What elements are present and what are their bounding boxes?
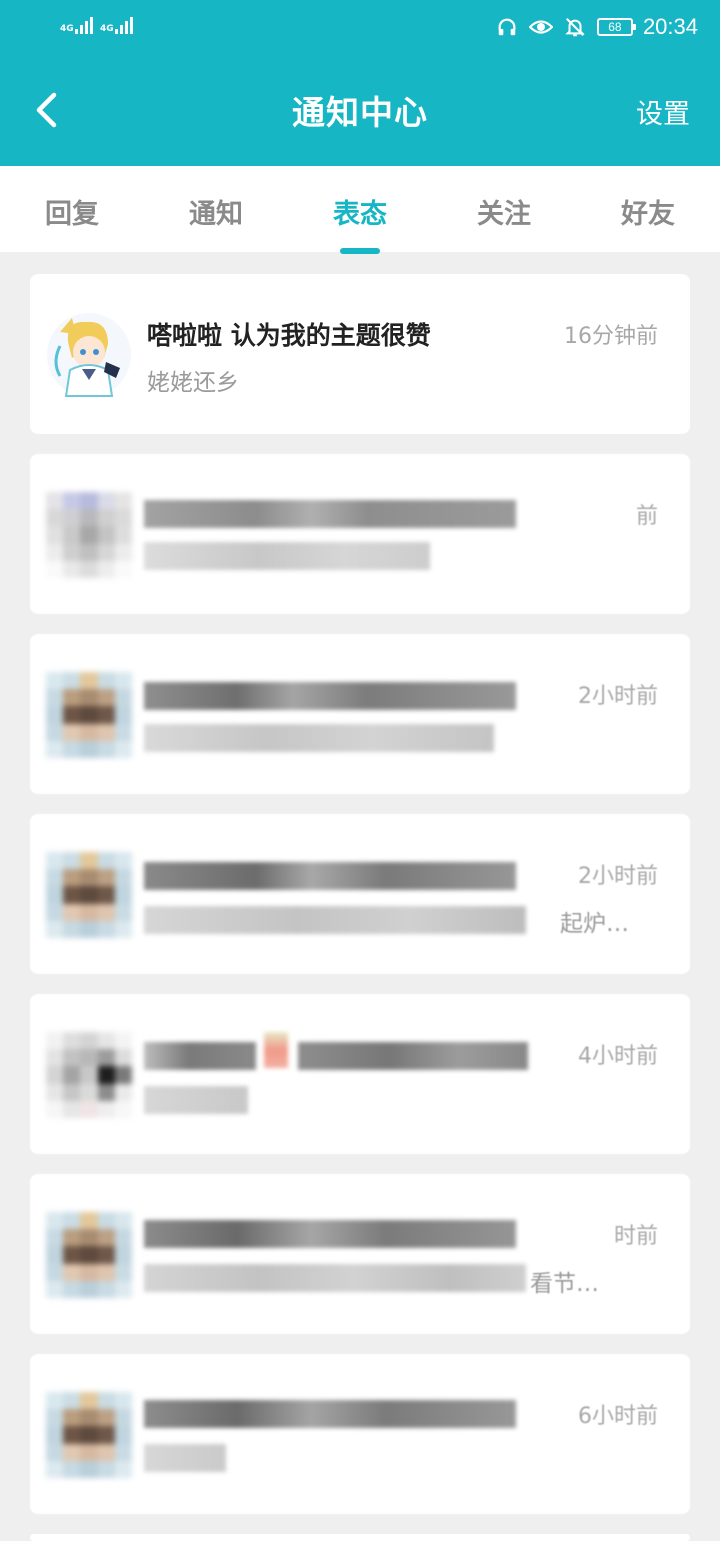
bell-off-icon bbox=[563, 15, 587, 39]
notification-subtitle bbox=[144, 1444, 226, 1472]
tab-follow[interactable]: 关注 bbox=[454, 192, 554, 231]
notification-title bbox=[144, 1400, 516, 1428]
notification-card[interactable]: 4小时前 bbox=[30, 994, 690, 1154]
notification-title: 嗒啦啦 认为我的主题很赞 bbox=[147, 321, 431, 350]
notification-time: 4小时前 bbox=[578, 1044, 658, 1069]
page-title: 通知中心 bbox=[292, 93, 428, 132]
notification-title-rest bbox=[298, 1042, 528, 1070]
notification-subtitle bbox=[144, 542, 430, 570]
status-bar: 4G 4G 68 20:34 bbox=[0, 0, 720, 54]
notification-title bbox=[144, 1042, 256, 1070]
notification-title bbox=[144, 862, 516, 890]
avatar[interactable] bbox=[46, 1032, 132, 1118]
notification-card[interactable]: 6小时前 bbox=[30, 1354, 690, 1514]
notification-time: 16分钟前 bbox=[564, 324, 658, 349]
status-right: 68 20:34 bbox=[495, 12, 698, 42]
notification-subtitle bbox=[144, 1086, 248, 1114]
app-header: 4G 4G 68 20:34 通知中心 设置 bbox=[0, 0, 720, 166]
avatar[interactable] bbox=[46, 492, 132, 578]
notification-time: 前 bbox=[635, 504, 658, 529]
tab-bar: 回复 通知 表态 关注 好友 bbox=[0, 166, 720, 254]
battery-indicator: 68 bbox=[596, 18, 636, 36]
notification-card[interactable]: 嗒啦啦 认为我的主题很赞 姥姥还乡 16分钟前 bbox=[30, 274, 690, 434]
notification-subtitle bbox=[144, 1264, 526, 1292]
signal-sim1: 4G bbox=[60, 16, 93, 34]
avatar[interactable] bbox=[46, 1392, 132, 1478]
notification-subtitle bbox=[144, 906, 526, 934]
notification-time: 时前 bbox=[613, 1224, 658, 1249]
settings-button[interactable]: 设置 bbox=[636, 92, 690, 131]
avatar[interactable] bbox=[46, 672, 132, 758]
notification-time: 6小时前 bbox=[578, 1404, 658, 1429]
avatar[interactable] bbox=[46, 852, 132, 938]
avatar[interactable] bbox=[46, 1212, 132, 1298]
notification-subtitle: 姥姥还乡 bbox=[147, 370, 239, 396]
nav-bar: 通知中心 设置 bbox=[0, 54, 720, 166]
notification-card[interactable]: 前 bbox=[30, 454, 690, 614]
active-tab-indicator bbox=[340, 248, 380, 254]
clock: 20:34 bbox=[642, 14, 698, 39]
notification-subtitle bbox=[144, 724, 494, 752]
network-type-1: 4G bbox=[60, 24, 74, 34]
eye-icon bbox=[528, 15, 553, 39]
notification-card[interactable]: 起炉… 2小时前 bbox=[30, 814, 690, 974]
notification-title bbox=[144, 1220, 516, 1248]
tab-notice[interactable]: 通知 bbox=[166, 192, 266, 231]
notification-title bbox=[144, 682, 516, 710]
notification-time: 2小时前 bbox=[578, 684, 658, 709]
notification-time: 2小时前 bbox=[578, 864, 658, 889]
signal-sim2: 4G bbox=[100, 16, 133, 34]
tab-reply[interactable]: 回复 bbox=[22, 192, 122, 231]
tab-friends[interactable]: 好友 bbox=[598, 192, 698, 231]
notification-card-partial[interactable] bbox=[30, 1534, 690, 1541]
notification-card[interactable]: 看节… 时前 bbox=[30, 1174, 690, 1334]
notification-subtitle-tail: 起炉… bbox=[560, 911, 629, 937]
headphones-icon bbox=[495, 15, 519, 39]
notification-subtitle-tail: 看节… bbox=[530, 1271, 599, 1297]
network-type-2: 4G bbox=[100, 24, 114, 34]
avatar[interactable] bbox=[46, 312, 132, 398]
notification-title bbox=[144, 500, 516, 528]
notification-card[interactable]: 2小时前 bbox=[30, 634, 690, 794]
emoji-placeholder bbox=[264, 1032, 288, 1068]
tab-reactions[interactable]: 表态 bbox=[310, 192, 410, 231]
